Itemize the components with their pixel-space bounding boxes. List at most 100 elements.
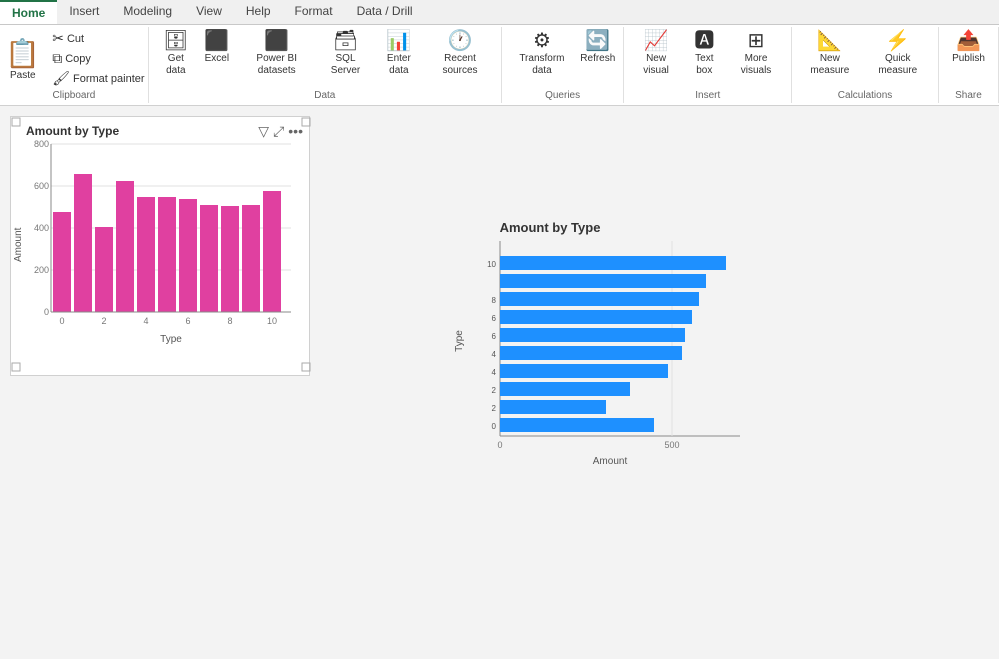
copy-label: Copy — [65, 53, 91, 65]
more-visuals-button[interactable]: ⊞ More visuals — [727, 29, 785, 79]
power-bi-icon: ⬛ — [264, 31, 289, 51]
power-bi-label: Power BI datasets — [241, 53, 313, 77]
enter-data-label: Enter data — [378, 53, 419, 77]
svg-text:4: 4 — [143, 316, 148, 326]
text-box-icon: 🅰 — [694, 31, 714, 51]
paste-button[interactable]: 📋 Paste — [0, 29, 46, 88]
tab-view[interactable]: View — [184, 0, 234, 24]
format-painter-icon: 🖌 — [52, 70, 70, 87]
ribbon-tabs: Home Insert Modeling View Help Format Da… — [0, 0, 999, 25]
publish-icon: 📤 — [956, 31, 981, 51]
sql-label: SQL Server — [323, 53, 369, 77]
ribbon-group-insert: 📈 New visual 🅰 Text box ⊞ More visuals I… — [624, 27, 792, 103]
new-measure-button[interactable]: 📐 New measure — [798, 29, 861, 79]
queries-group-label: Queries — [545, 90, 580, 101]
svg-text:600: 600 — [34, 181, 49, 191]
svg-text:Amount: Amount — [593, 456, 628, 467]
svg-text:Amount: Amount — [13, 227, 24, 262]
text-box-button[interactable]: 🅰 Text box — [684, 29, 725, 79]
ribbon-group-share: 📤 Publish Share — [939, 27, 999, 103]
svg-text:6: 6 — [492, 314, 497, 323]
content-area: ▽ ⤢ ••• Amount by Type Amount 0 200 400 — [0, 106, 999, 659]
recent-sources-icon: 🕐 — [448, 31, 473, 51]
transform-label: Transform data — [512, 53, 572, 77]
tab-home[interactable]: Home — [0, 0, 57, 24]
excel-button[interactable]: ⬛ Excel — [199, 29, 235, 67]
filter-icon[interactable]: ▽ — [258, 123, 269, 140]
more-visuals-label: More visuals — [731, 53, 781, 77]
ribbon-group-clipboard: 📋 Paste ✂ Cut ⧉ Copy 🖌 — [0, 27, 149, 103]
power-bi-datasets-button[interactable]: ⬛ Power BI datasets — [237, 29, 317, 79]
svg-text:6: 6 — [492, 332, 497, 341]
publish-label: Publish — [952, 53, 985, 65]
left-chart-svg: Amount by Type Amount 0 200 400 600 800 — [11, 117, 311, 372]
tab-insert[interactable]: Insert — [57, 0, 111, 24]
svg-text:Type: Type — [454, 330, 465, 352]
cut-icon: ✂ — [52, 30, 64, 47]
sql-icon: 🗃 — [333, 31, 358, 51]
svg-text:400: 400 — [34, 223, 49, 233]
svg-text:200: 200 — [34, 265, 49, 275]
left-chart-actions: ▽ ⤢ ••• — [258, 123, 303, 140]
refresh-button[interactable]: 🔄 Refresh — [578, 29, 617, 67]
svg-text:4: 4 — [492, 368, 497, 377]
new-measure-label: New measure — [802, 53, 857, 77]
cut-label: Cut — [67, 33, 84, 45]
new-visual-button[interactable]: 📈 New visual — [630, 29, 681, 79]
svg-text:10: 10 — [487, 260, 496, 269]
right-chart-wrapper: Amount by Type Type 0 500 Amount 0 — [450, 216, 770, 649]
paste-label: Paste — [10, 70, 36, 81]
insert-group-label: Insert — [695, 90, 720, 101]
ribbon-group-data: 🗄 Get data ⬛ Excel ⬛ Power BI datasets 🗃… — [149, 27, 502, 103]
format-painter-button[interactable]: 🖌 Format painter — [48, 69, 148, 88]
copy-button[interactable]: ⧉ Copy — [48, 49, 148, 68]
tab-data-drill[interactable]: Data / Drill — [345, 0, 425, 24]
quick-measure-label: Quick measure — [868, 53, 928, 77]
tab-format[interactable]: Format — [283, 0, 345, 24]
cut-button[interactable]: ✂ Cut — [48, 29, 148, 48]
svg-text:2: 2 — [492, 386, 497, 395]
paste-icon: 📋 — [5, 37, 40, 70]
svg-text:800: 800 — [34, 139, 49, 149]
svg-text:500: 500 — [664, 440, 679, 450]
enter-data-button[interactable]: 📊 Enter data — [374, 29, 423, 79]
recent-sources-button[interactable]: 🕐 Recent sources — [425, 29, 494, 79]
svg-text:2: 2 — [101, 316, 106, 326]
tab-modeling[interactable]: Modeling — [111, 0, 184, 24]
ribbon-group-calculations: 📐 New measure ⚡ Quick measure Calculatio… — [792, 27, 939, 103]
transform-data-button[interactable]: ⚙ Transform data — [508, 29, 576, 79]
quick-measure-button[interactable]: ⚡ Quick measure — [864, 29, 932, 79]
excel-icon: ⬛ — [204, 31, 229, 51]
svg-text:8: 8 — [492, 296, 497, 305]
svg-text:Type: Type — [160, 334, 182, 345]
ribbon: Home Insert Modeling View Help Format Da… — [0, 0, 999, 106]
svg-text:0: 0 — [44, 307, 49, 317]
text-box-label: Text box — [688, 53, 721, 77]
tab-help[interactable]: Help — [234, 0, 283, 24]
format-painter-label: Format painter — [73, 73, 145, 85]
svg-text:0: 0 — [497, 440, 502, 450]
more-visuals-icon: ⊞ — [748, 31, 765, 51]
svg-text:10: 10 — [267, 316, 277, 326]
svg-text:0: 0 — [492, 422, 497, 431]
publish-button[interactable]: 📤 Publish — [948, 29, 989, 67]
calculations-group-label: Calculations — [838, 90, 892, 101]
transform-icon: ⚙ — [533, 31, 551, 51]
copy-icon: ⧉ — [52, 50, 62, 67]
new-visual-icon: 📈 — [644, 31, 669, 51]
get-data-icon: 🗄 — [163, 31, 188, 51]
svg-text:8: 8 — [227, 316, 232, 326]
enter-data-icon: 📊 — [386, 31, 411, 51]
refresh-label: Refresh — [580, 53, 615, 65]
recent-sources-label: Recent sources — [429, 53, 490, 77]
data-group-label: Data — [314, 90, 335, 101]
svg-text:4: 4 — [492, 350, 497, 359]
get-data-button[interactable]: 🗄 Get data — [155, 29, 197, 79]
sql-server-button[interactable]: 🗃 SQL Server — [319, 29, 373, 79]
new-measure-icon: 📐 — [817, 31, 842, 51]
right-chart-svg: Amount by Type Type 0 500 Amount 0 — [450, 216, 770, 471]
focus-icon[interactable]: ⤢ — [273, 123, 284, 140]
svg-text:Amount by Type: Amount by Type — [26, 124, 119, 138]
new-visual-label: New visual — [634, 53, 677, 77]
more-options-icon[interactable]: ••• — [288, 123, 303, 140]
